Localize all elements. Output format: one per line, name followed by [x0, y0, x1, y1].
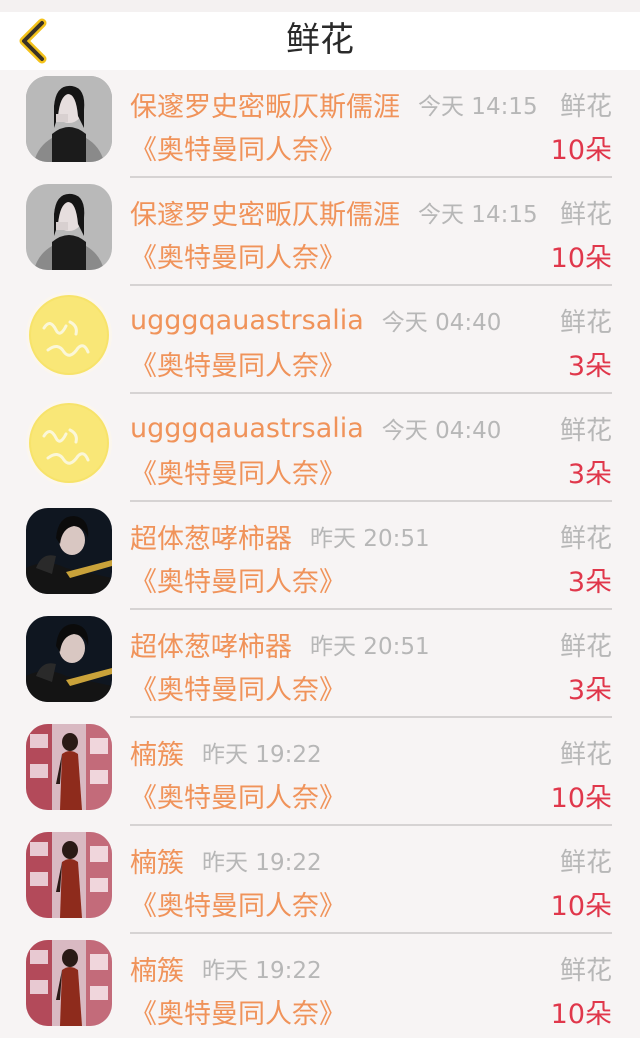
gift-amount: 10朵 [550, 890, 612, 922]
flower-records-screen: 鲜花 保邃罗史密畈仄斯儒涯 今天 14:15 鲜花 《奥特曼同人奈》 10朵 保… [0, 0, 640, 1038]
work-title[interactable]: 《奥特曼同人奈》 [130, 884, 346, 923]
record-header: 超体葱哮柿器 昨天 20:51 鲜花 [130, 516, 612, 556]
page-title: 鲜花 [286, 20, 354, 60]
gift-type: 鲜花 [559, 847, 612, 878]
gift-type: 鲜花 [559, 307, 612, 338]
record-list: 保邃罗史密畈仄斯儒涯 今天 14:15 鲜花 《奥特曼同人奈》 10朵 保邃罗史… [0, 70, 640, 1038]
gift-amount: 3朵 [567, 350, 612, 382]
avatar-photo-3 [26, 724, 112, 810]
gift-amount: 10朵 [550, 782, 612, 814]
timestamp: 今天 14:15 [418, 94, 538, 120]
status-bar [0, 0, 640, 12]
timestamp: 今天 14:15 [418, 202, 538, 228]
gift-amount: 3朵 [567, 674, 612, 706]
timestamp: 昨天 19:22 [202, 742, 322, 768]
work-title[interactable]: 《奥特曼同人奈》 [130, 992, 346, 1031]
work-title[interactable]: 《奥特曼同人奈》 [130, 560, 346, 599]
sender-name[interactable]: 楠簇 [130, 841, 184, 880]
sender-name[interactable]: ugggqauastrsalia [130, 305, 364, 336]
avatar-photo-1 [26, 184, 112, 270]
avatar[interactable] [26, 616, 112, 702]
work-title[interactable]: 《奥特曼同人奈》 [130, 128, 346, 167]
list-item[interactable]: 超体葱哮柿器 昨天 20:51 鲜花 《奥特曼同人奈》 3朵 [0, 502, 640, 610]
record-header: 楠簇 昨天 19:22 鲜花 [130, 840, 612, 880]
record-detail: 《奥特曼同人奈》 3朵 [130, 558, 612, 600]
gift-type: 鲜花 [559, 523, 612, 554]
list-item[interactable]: 楠簇 昨天 19:22 鲜花 《奥特曼同人奈》 10朵 [0, 718, 640, 826]
record-detail: 《奥特曼同人奈》 3朵 [130, 450, 612, 492]
record-detail: 《奥特曼同人奈》 10朵 [130, 234, 612, 276]
gift-amount: 3朵 [567, 458, 612, 490]
sender-name[interactable]: 超体葱哮柿器 [130, 625, 292, 664]
work-title[interactable]: 《奥特曼同人奈》 [130, 236, 346, 275]
gift-type: 鲜花 [559, 739, 612, 770]
record-header: ugggqauastrsalia 今天 04:40 鲜花 [130, 408, 612, 448]
list-item[interactable]: 保邃罗史密畈仄斯儒涯 今天 14:15 鲜花 《奥特曼同人奈》 10朵 [0, 70, 640, 178]
header-bar: 鲜花 [0, 12, 640, 70]
gift-amount: 10朵 [550, 134, 612, 166]
avatar[interactable] [26, 400, 112, 486]
sender-name[interactable]: 楠簇 [130, 949, 184, 988]
gift-type: 鲜花 [559, 631, 612, 662]
list-item[interactable]: 超体葱哮柿器 昨天 20:51 鲜花 《奥特曼同人奈》 3朵 [0, 610, 640, 718]
gift-amount: 10朵 [550, 998, 612, 1030]
gift-type: 鲜花 [559, 955, 612, 986]
record-header: 保邃罗史密畈仄斯儒涯 今天 14:15 鲜花 [130, 192, 612, 232]
gift-type: 鲜花 [559, 415, 612, 446]
work-title[interactable]: 《奥特曼同人奈》 [130, 344, 346, 383]
work-title[interactable]: 《奥特曼同人奈》 [130, 776, 346, 815]
gift-amount: 10朵 [550, 242, 612, 274]
sender-name[interactable]: 保邃罗史密畈仄斯儒涯 [130, 193, 400, 232]
timestamp: 昨天 20:51 [310, 526, 430, 552]
sender-name[interactable]: ugggqauastrsalia [130, 413, 364, 444]
gift-type: 鲜花 [559, 91, 612, 122]
avatar[interactable] [26, 940, 112, 1026]
work-title[interactable]: 《奥特曼同人奈》 [130, 452, 346, 491]
avatar-photo-2 [26, 508, 112, 594]
timestamp: 昨天 20:51 [310, 634, 430, 660]
record-detail: 《奥特曼同人奈》 10朵 [130, 882, 612, 924]
timestamp: 昨天 19:22 [202, 850, 322, 876]
avatar-photo-1 [26, 76, 112, 162]
list-item[interactable]: 楠簇 昨天 19:22 鲜花 《奥特曼同人奈》 10朵 [0, 826, 640, 934]
avatar[interactable] [26, 76, 112, 162]
avatar[interactable] [26, 724, 112, 810]
avatar-photo-2 [26, 616, 112, 702]
avatar-photo-3 [26, 832, 112, 918]
record-detail: 《奥特曼同人奈》 3朵 [130, 342, 612, 384]
record-header: ugggqauastrsalia 今天 04:40 鲜花 [130, 300, 612, 340]
list-item[interactable]: 楠簇 昨天 19:22 鲜花 《奥特曼同人奈》 10朵 [0, 934, 640, 1038]
work-title[interactable]: 《奥特曼同人奈》 [130, 668, 346, 707]
gift-type: 鲜花 [559, 199, 612, 230]
record-header: 楠簇 昨天 19:22 鲜花 [130, 732, 612, 772]
timestamp: 今天 04:40 [381, 418, 502, 444]
record-detail: 《奥特曼同人奈》 10朵 [130, 126, 612, 168]
sender-name[interactable]: 超体葱哮柿器 [130, 517, 292, 556]
avatar-photo-3 [26, 940, 112, 1026]
gift-amount: 3朵 [567, 566, 612, 598]
timestamp: 今天 04:40 [381, 310, 502, 336]
record-header: 超体葱哮柿器 昨天 20:51 鲜花 [130, 624, 612, 664]
avatar[interactable] [26, 832, 112, 918]
timestamp: 昨天 19:22 [202, 958, 322, 984]
sender-name[interactable]: 保邃罗史密畈仄斯儒涯 [130, 85, 400, 124]
record-header: 保邃罗史密畈仄斯儒涯 今天 14:15 鲜花 [130, 84, 612, 124]
avatar[interactable] [26, 184, 112, 270]
sender-name[interactable]: 楠簇 [130, 733, 184, 772]
avatar[interactable] [26, 292, 112, 378]
avatar-yellow-circle [26, 400, 112, 486]
list-item[interactable]: 保邃罗史密畈仄斯儒涯 今天 14:15 鲜花 《奥特曼同人奈》 10朵 [0, 178, 640, 286]
record-header: 楠簇 昨天 19:22 鲜花 [130, 948, 612, 988]
record-detail: 《奥特曼同人奈》 10朵 [130, 990, 612, 1032]
avatar[interactable] [26, 508, 112, 594]
record-detail: 《奥特曼同人奈》 3朵 [130, 666, 612, 708]
avatar-yellow-circle [26, 292, 112, 378]
list-item[interactable]: ugggqauastrsalia 今天 04:40 鲜花 《奥特曼同人奈》 3朵 [0, 286, 640, 394]
list-item[interactable]: ugggqauastrsalia 今天 04:40 鲜花 《奥特曼同人奈》 3朵 [0, 394, 640, 502]
record-detail: 《奥特曼同人奈》 10朵 [130, 774, 612, 816]
